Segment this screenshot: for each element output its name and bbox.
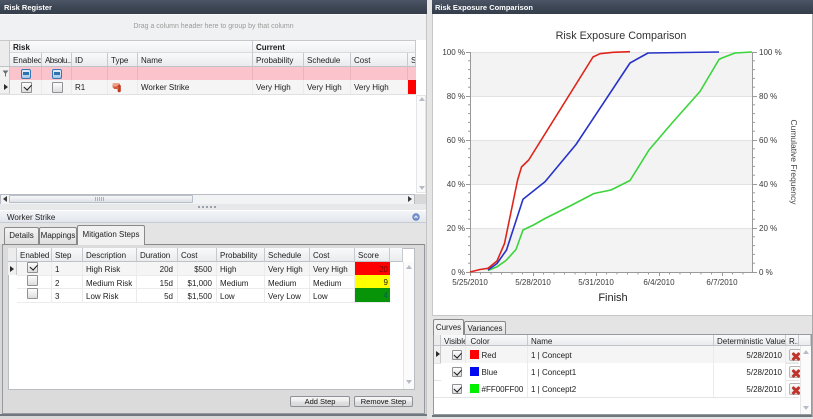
svg-text:20 %: 20 % bbox=[447, 224, 465, 233]
svg-text:80 %: 80 % bbox=[447, 92, 465, 101]
svg-text:80 %: 80 % bbox=[759, 92, 777, 101]
svg-text:5/25/2010: 5/25/2010 bbox=[452, 278, 488, 287]
svg-text:100 %: 100 % bbox=[442, 48, 465, 57]
svg-text:40 %: 40 % bbox=[759, 180, 777, 189]
svg-text:0 %: 0 % bbox=[759, 268, 773, 277]
svg-text:Finish: Finish bbox=[598, 292, 627, 304]
svg-text:40 %: 40 % bbox=[447, 180, 465, 189]
svg-text:5/28/2010: 5/28/2010 bbox=[515, 278, 551, 287]
svg-text:100 %: 100 % bbox=[759, 48, 782, 57]
svg-text:6/4/2010: 6/4/2010 bbox=[643, 278, 675, 287]
svg-text:60 %: 60 % bbox=[447, 136, 465, 145]
svg-text:0 %: 0 % bbox=[451, 268, 465, 277]
svg-text:Risk Exposure Comparison: Risk Exposure Comparison bbox=[556, 30, 687, 42]
svg-text:Cumulative Frequency: Cumulative Frequency bbox=[789, 119, 799, 205]
svg-text:5/31/2010: 5/31/2010 bbox=[578, 278, 614, 287]
svg-text:60 %: 60 % bbox=[759, 136, 777, 145]
svg-text:6/7/2010: 6/7/2010 bbox=[706, 278, 738, 287]
svg-text:20 %: 20 % bbox=[759, 224, 777, 233]
